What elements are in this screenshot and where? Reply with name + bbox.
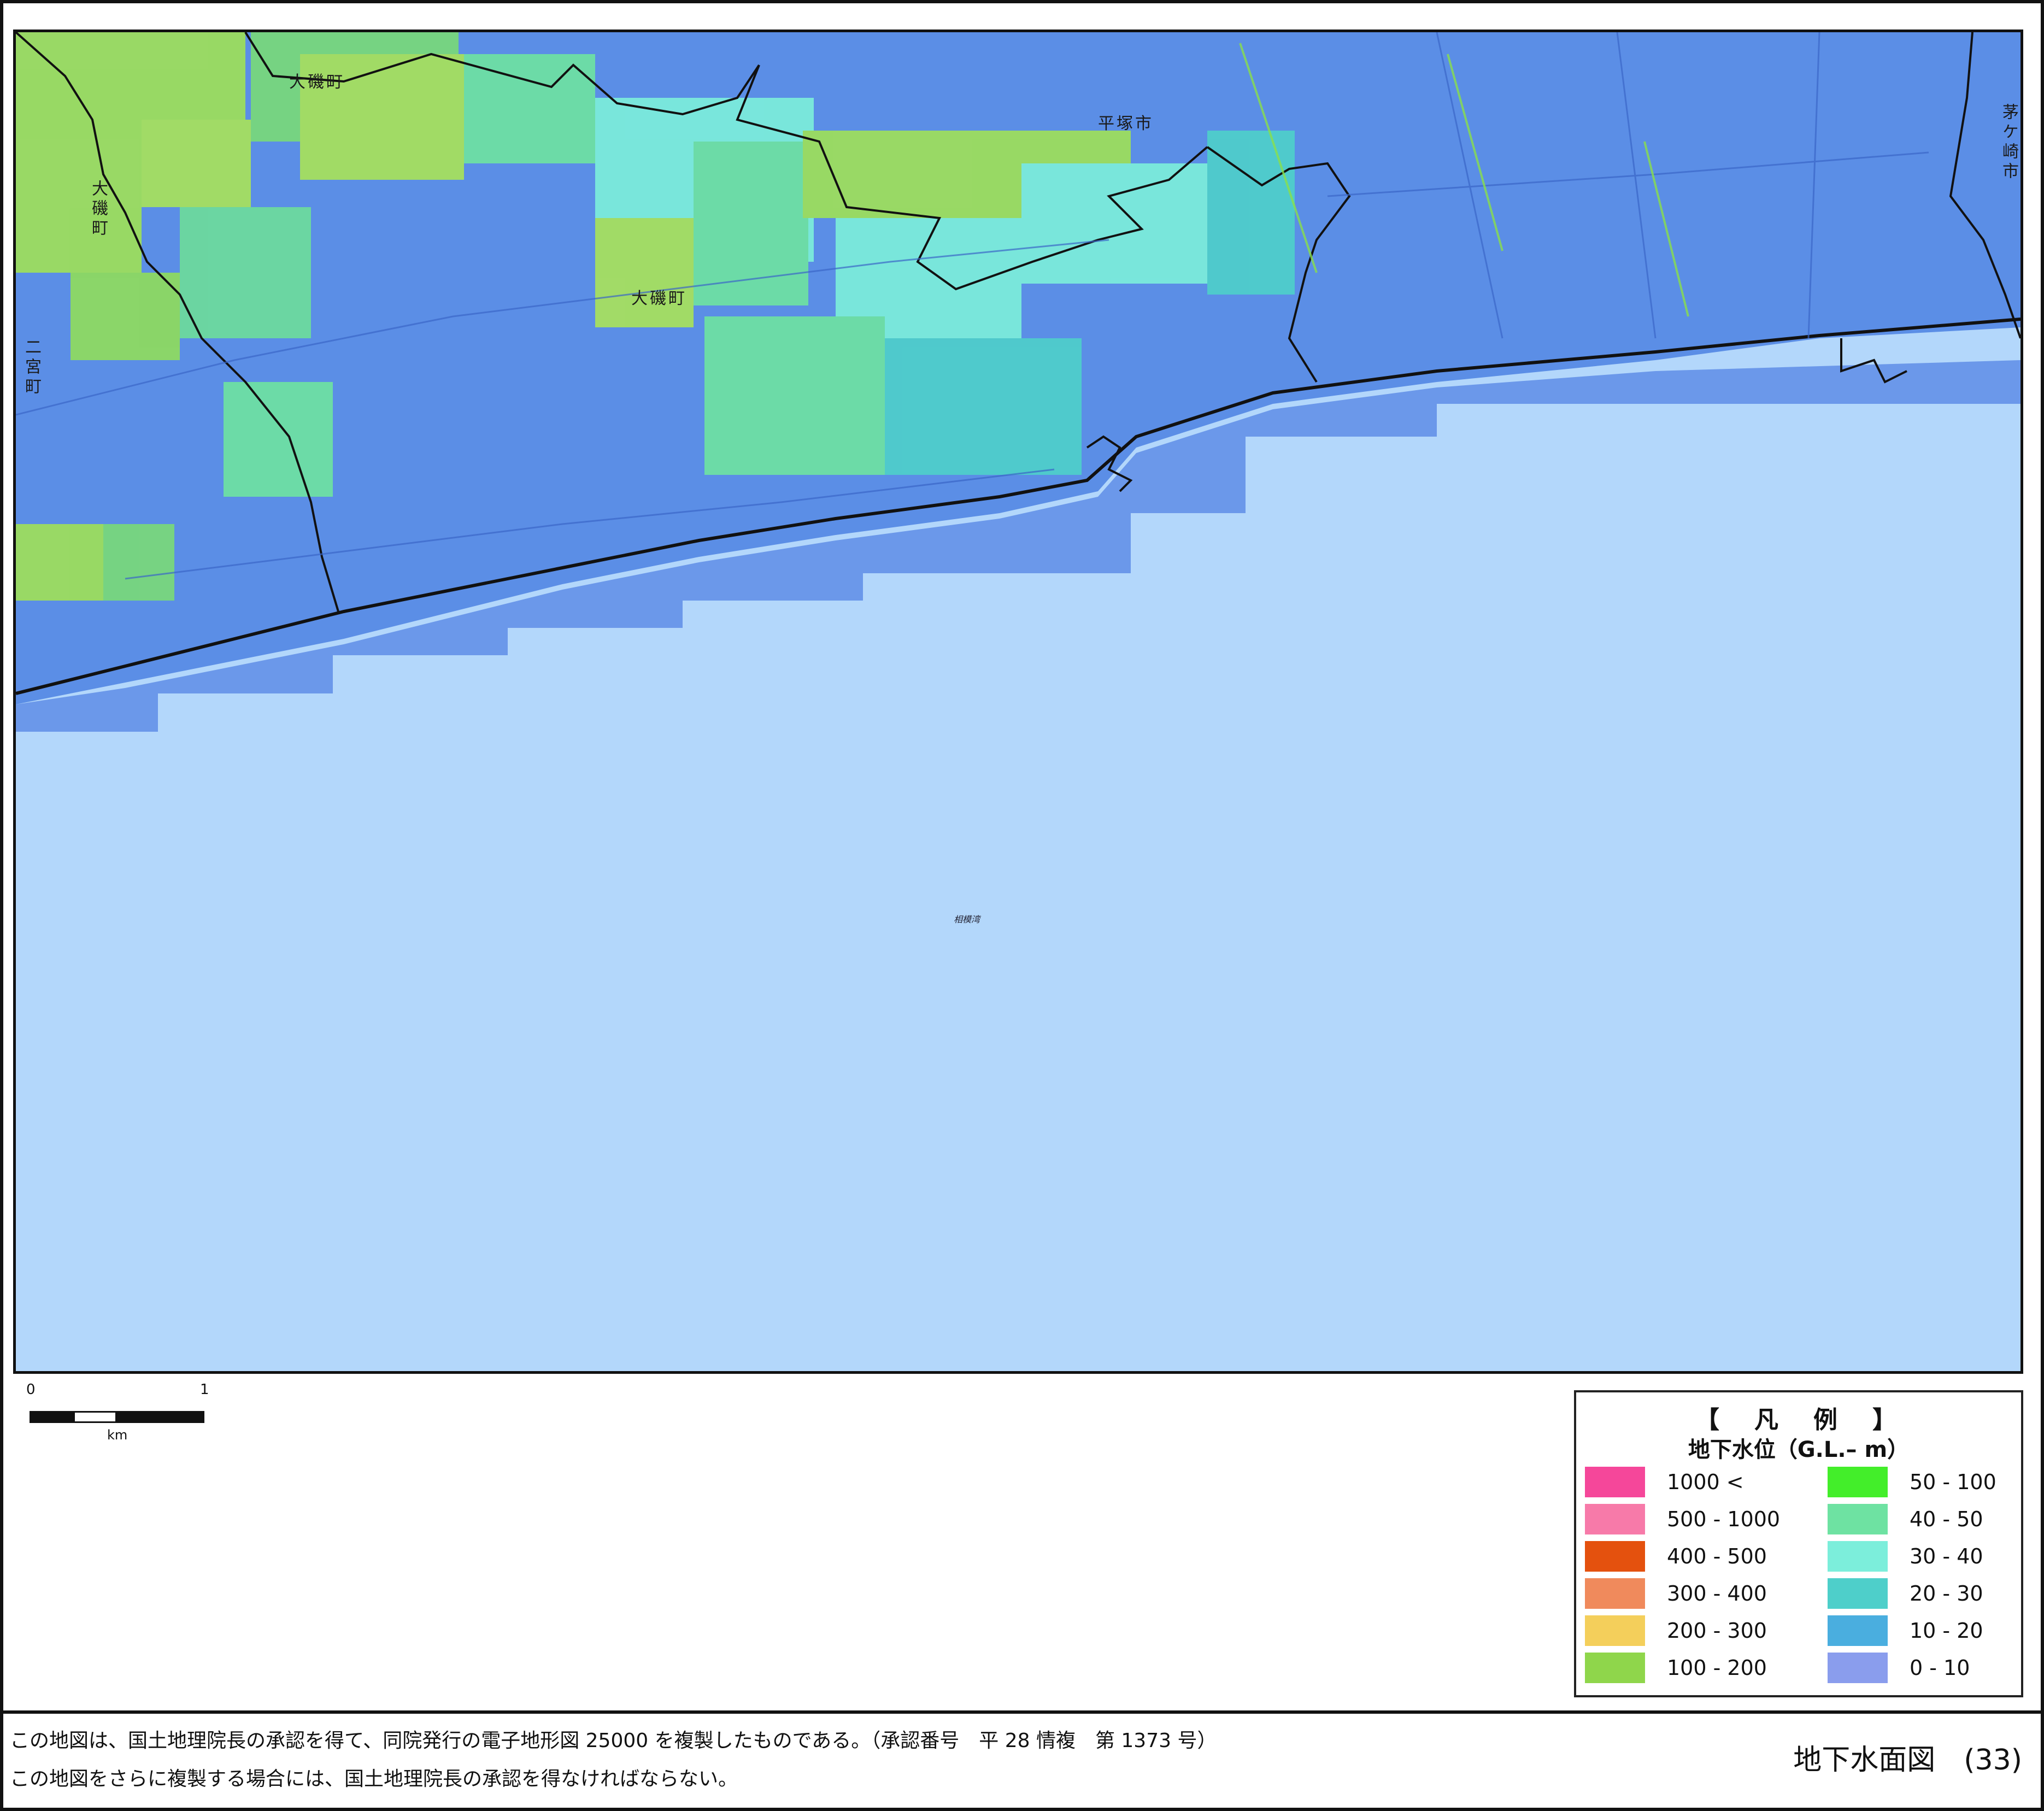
- map-label-chigasaki-city: 茅ケ崎市: [1999, 103, 2018, 182]
- map-label-sagami-bay: 相模湾: [954, 914, 980, 925]
- legend-swatch: [1828, 1504, 1888, 1534]
- legend-swatch: [1585, 1578, 1645, 1609]
- legend-item: 1000 <: [1585, 1467, 1744, 1497]
- scale-segment: [73, 1411, 117, 1423]
- map-label-oiso-town-center: 大磯町: [631, 289, 687, 308]
- copyright-note-line2: この地図をさらに複製する場合には、国土地理院長の承認を得なければならない。: [10, 1768, 738, 1790]
- legend-item: 0 - 10: [1828, 1653, 1970, 1683]
- legend-item: 400 - 500: [1585, 1541, 1767, 1572]
- map-label-oiso-town-top: 大磯町: [289, 73, 345, 92]
- legend-label: 200 - 300: [1667, 1619, 1767, 1643]
- legend-item: 30 - 40: [1828, 1541, 1983, 1572]
- legend-subtitle: 地下水位（G.L.– m）: [1688, 1437, 1910, 1462]
- legend-label: 10 - 20: [1910, 1619, 1983, 1643]
- legend-swatch: [1828, 1467, 1888, 1497]
- legend-label: 50 - 100: [1910, 1470, 1996, 1494]
- footer-divider: [3, 1710, 2041, 1714]
- legend-label: 1000 <: [1667, 1470, 1744, 1494]
- legend-item: 500 - 1000: [1585, 1504, 1780, 1534]
- legend-label: 500 - 1000: [1667, 1507, 1781, 1531]
- scale-bar: 0 1 km: [26, 1381, 223, 1443]
- scale-unit: km: [107, 1427, 128, 1443]
- sheet-title: 地下水面図 (33): [1793, 1744, 2022, 1777]
- copyright-note-line1: この地図は、国土地理院長の承認を得て、同院発行の電子地形図 25000 を複製し…: [10, 1730, 1217, 1752]
- legend-item: 200 - 300: [1585, 1615, 1767, 1646]
- map-panel[interactable]: 大磯町 大磯町 大磯町 平塚市 二宮町 茅ケ崎市 相模湾: [13, 30, 2023, 1374]
- legend-item: 40 - 50: [1828, 1504, 1983, 1534]
- legend-swatch: [1585, 1541, 1645, 1572]
- legend-label: 40 - 50: [1910, 1507, 1983, 1531]
- legend: 【 凡 例 】 地下水位（G.L.– m） 1000 < 500 - 1000 …: [1574, 1390, 2023, 1697]
- legend-swatch: [1828, 1653, 1888, 1683]
- legend-label: 20 - 30: [1910, 1581, 1983, 1606]
- scale-end: 1: [200, 1381, 209, 1398]
- legend-item: 50 - 100: [1828, 1467, 1996, 1497]
- legend-label: 30 - 40: [1910, 1544, 1983, 1568]
- legend-swatch: [1828, 1578, 1888, 1609]
- legend-swatch: [1585, 1504, 1645, 1534]
- legend-label: 400 - 500: [1667, 1544, 1767, 1568]
- legend-label: 0 - 10: [1910, 1656, 1970, 1680]
- legend-swatch: [1828, 1615, 1888, 1646]
- map-label-hiratsuka-city: 平塚市: [1098, 114, 1154, 133]
- legend-item: 300 - 400: [1585, 1578, 1767, 1609]
- groundwater-map: [16, 32, 2020, 732]
- map-label-ninomiya-town: 二宮町: [22, 338, 41, 397]
- legend-label: 300 - 400: [1667, 1581, 1767, 1606]
- legend-swatch: [1585, 1615, 1645, 1646]
- legend-item: 20 - 30: [1828, 1578, 1983, 1609]
- legend-swatch: [1585, 1467, 1645, 1497]
- scale-start: 0: [26, 1381, 36, 1398]
- legend-title: 【 凡 例 】: [1695, 1406, 1902, 1434]
- legend-item: 10 - 20: [1828, 1615, 1983, 1646]
- legend-item: 100 - 200: [1585, 1653, 1767, 1683]
- map-label-oiso-town-left: 大磯町: [89, 180, 108, 239]
- scale-segment: [30, 1411, 73, 1423]
- legend-swatch: [1585, 1653, 1645, 1683]
- scale-segment: [117, 1411, 204, 1423]
- legend-swatch: [1828, 1541, 1888, 1572]
- legend-label: 100 - 200: [1667, 1656, 1767, 1680]
